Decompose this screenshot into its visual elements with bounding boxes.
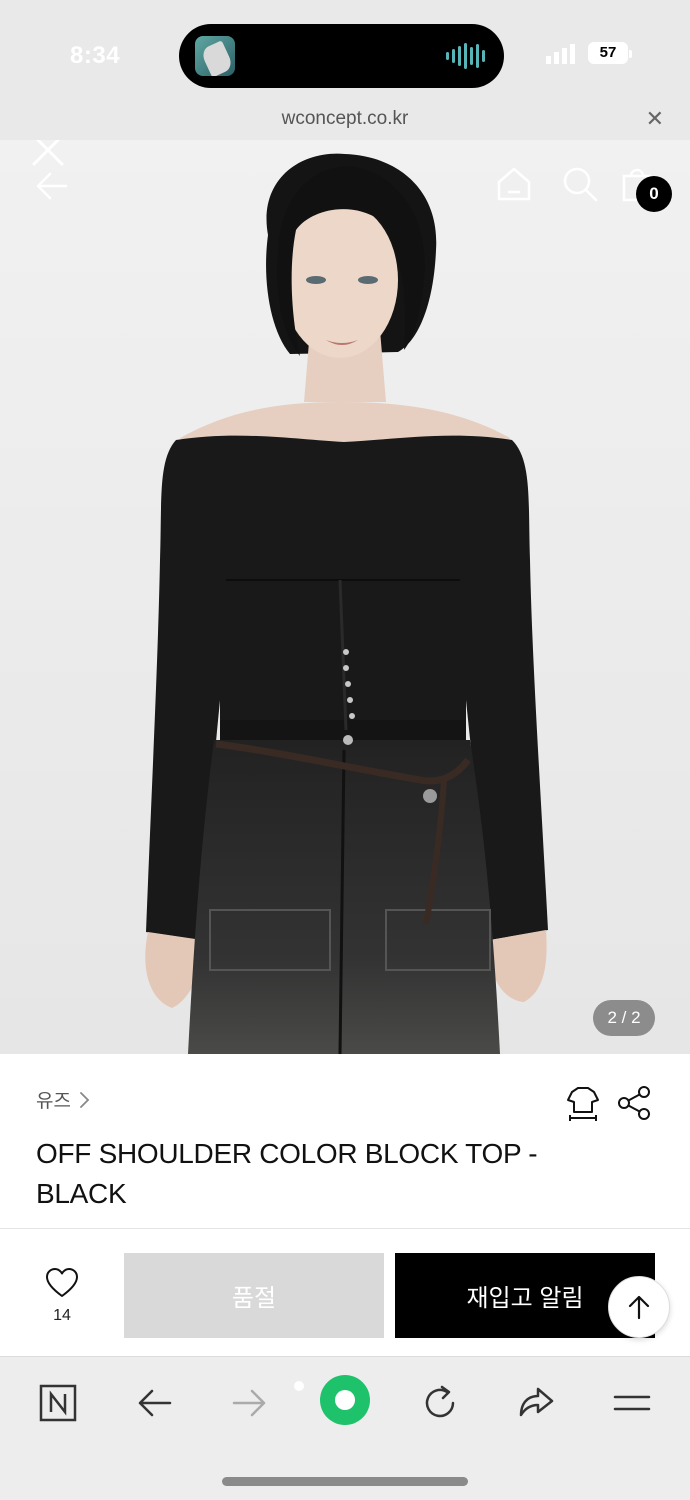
share-arrow-icon xyxy=(519,1387,554,1417)
share-icon[interactable] xyxy=(616,1084,654,1122)
refresh-icon xyxy=(425,1385,455,1418)
home-icon[interactable] xyxy=(494,164,534,204)
size-guide-icon[interactable] xyxy=(564,1084,602,1122)
refresh-button[interactable] xyxy=(416,1379,464,1427)
url-domain[interactable]: wconcept.co.kr xyxy=(0,108,690,130)
browser-toolbar xyxy=(0,1356,690,1500)
menu-button[interactable] xyxy=(608,1379,656,1427)
audio-wave-icon xyxy=(446,42,486,70)
wifi-icon xyxy=(546,44,575,64)
chevron-right-icon xyxy=(80,1091,90,1108)
notification-dot xyxy=(294,1381,304,1391)
gallery-page-indicator: 2 / 2 xyxy=(593,1000,655,1036)
battery-indicator: 57 xyxy=(588,42,632,64)
status-indicators: 57 xyxy=(544,42,632,64)
heart-icon xyxy=(46,1268,78,1297)
product-title-line2: BLACK xyxy=(36,1178,127,1209)
browser-top-chrome: 8:34 57 wconcept.co.kr ✕ xyxy=(0,0,690,140)
naver-button[interactable] xyxy=(34,1379,82,1427)
dynamic-island[interactable] xyxy=(179,24,504,88)
brand-name: 유즈 xyxy=(36,1091,71,1112)
green-dot-icon xyxy=(320,1375,370,1425)
share-page-button[interactable] xyxy=(512,1379,560,1427)
browser-forward-icon xyxy=(232,1389,266,1417)
cart-count-badge[interactable]: 0 xyxy=(636,176,672,212)
scroll-to-top-button[interactable] xyxy=(608,1276,670,1338)
green-dot-button[interactable] xyxy=(318,1373,372,1427)
naver-icon xyxy=(39,1384,77,1422)
model-photo xyxy=(0,140,690,1054)
product-image[interactable]: 0 2 / 2 xyxy=(0,140,690,1054)
product-title: OFF SHOULDER COLOR BLOCK TOP - BLACK xyxy=(36,1134,596,1214)
product-title-line1: OFF SHOULDER COLOR BLOCK TOP - xyxy=(36,1138,538,1169)
search-icon[interactable] xyxy=(560,164,600,204)
wishlist-count: 14 xyxy=(53,1307,71,1324)
browser-forward-button[interactable] xyxy=(226,1379,274,1427)
wishlist-button[interactable]: 14 xyxy=(36,1268,88,1325)
browser-back-button[interactable] xyxy=(130,1379,178,1427)
url-close-icon[interactable]: ✕ xyxy=(646,106,664,132)
status-time: 8:34 xyxy=(70,42,121,69)
brand-link[interactable]: 유즈 xyxy=(36,1086,91,1113)
browser-back-icon xyxy=(138,1389,172,1417)
back-arrow-icon[interactable] xyxy=(32,166,72,206)
divider xyxy=(0,1228,690,1229)
arrow-up-icon xyxy=(628,1295,650,1320)
soldout-button[interactable]: 품절 xyxy=(124,1253,384,1338)
menu-icon xyxy=(613,1395,651,1411)
now-playing-artwork xyxy=(195,36,235,76)
home-indicator xyxy=(222,1477,468,1486)
